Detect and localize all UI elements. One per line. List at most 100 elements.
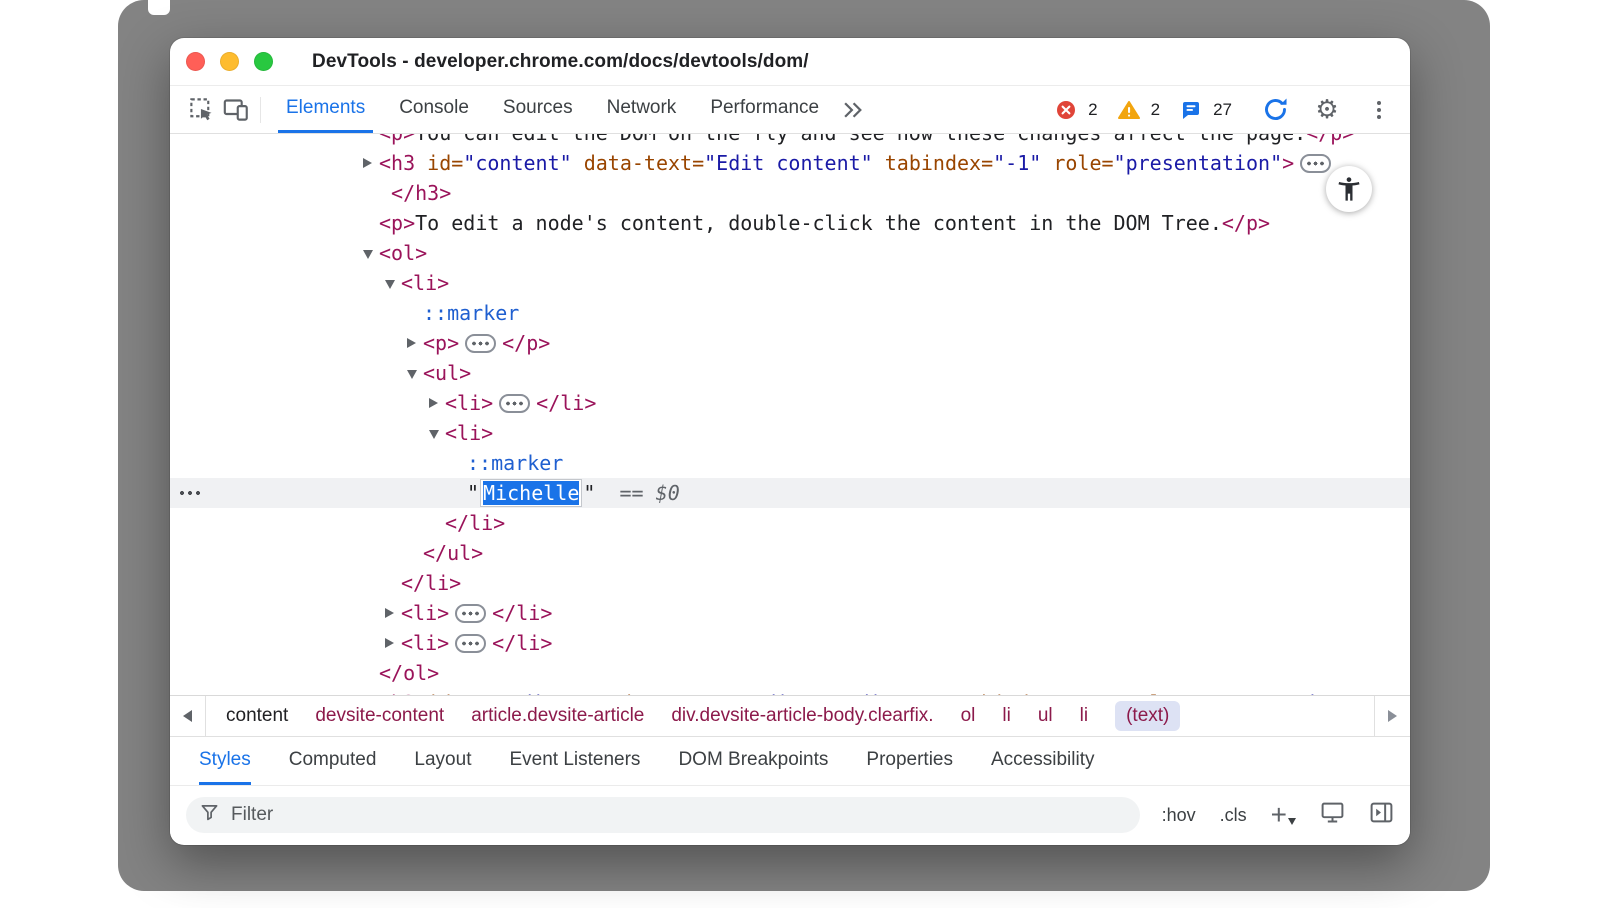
tab-network[interactable]: Network [599,86,685,133]
breadcrumb-item[interactable]: ul [1038,705,1053,727]
kebab-menu-icon[interactable] [1362,93,1396,127]
code-val: "Edit content" [704,151,873,175]
dom-tree-row[interactable]: <ol> [170,238,1410,268]
tab-sources[interactable]: Sources [495,86,581,133]
issues-icon[interactable] [1174,93,1208,127]
twisty-down-icon[interactable] [429,428,445,439]
dom-tree-row[interactable]: <li> [170,268,1410,298]
breadcrumb-item[interactable]: devsite-content [315,705,444,727]
close-window-button[interactable] [186,52,205,71]
expand-ellipsis-button[interactable] [499,394,530,413]
twisty-down-icon[interactable] [385,278,401,289]
twisty-down-icon[interactable] [407,368,423,379]
new-style-rule-button[interactable]: + [1271,804,1296,826]
dom-tree-row[interactable]: <p></p> [170,328,1410,358]
code-dollar: $0 [656,481,680,505]
code-tag: <h3 [379,691,415,695]
row-menu-dots-icon[interactable] [179,490,202,496]
twisty-right-icon[interactable] [363,158,379,168]
dom-tree-row[interactable]: </ul> [170,538,1410,568]
panel-tab-properties[interactable]: Properties [866,737,953,785]
expand-ellipsis-button[interactable] [455,634,486,653]
breadcrumb-item[interactable]: div.devsite-article-body.clearfix. [671,705,933,727]
sidebar-toggle-icon[interactable] [1369,801,1394,829]
dom-tree-row[interactable]: <ul> [170,358,1410,388]
toggle-element-state-button[interactable]: :hov [1162,805,1196,826]
sync-icon[interactable] [1258,93,1292,127]
panel-tab-styles[interactable]: Styles [199,737,251,785]
code-punct [595,481,619,505]
filter-field[interactable] [186,797,1140,833]
inline-edit-box[interactable]: Michelle [480,479,582,507]
dom-tree-row[interactable]: <p>You can edit the DOM on the fly and s… [170,134,1410,148]
dom-tree-row[interactable]: <h3 id="attributes" data-text="Edit attr… [170,688,1410,695]
dom-tree-row[interactable]: ::marker [170,298,1410,328]
code-tag: <h3 [379,151,415,175]
twisty-down-icon[interactable] [363,248,379,259]
error-icon[interactable] [1049,93,1083,127]
breadcrumb-item[interactable]: ol [961,705,976,727]
filter-input[interactable] [229,803,1126,827]
toolbar-divider [260,97,261,123]
panel-tab-layout[interactable]: Layout [414,737,471,785]
dom-tree-row[interactable]: ::marker [170,448,1410,478]
breadcrumb-item[interactable]: li [1080,705,1088,727]
dom-tree-row[interactable]: </li> [170,568,1410,598]
dom-tree-row[interactable]: "Michelle" == $0 [170,478,1410,508]
dom-tree-row[interactable]: <p>To edit a node's content, double-clic… [170,208,1410,238]
code-attr: tabindex= [873,151,993,175]
dom-tree-row[interactable]: <li></li> [170,598,1410,628]
code-tag: <p> [423,331,459,355]
warning-icon[interactable] [1112,93,1146,127]
dom-tree-row[interactable]: <h3 id="content" data-text="Edit content… [170,148,1410,178]
expand-ellipsis-button[interactable] [1300,154,1331,173]
minimize-window-button[interactable] [220,52,239,71]
tab-performance[interactable]: Performance [702,86,827,133]
expand-ellipsis-button[interactable] [455,604,486,623]
dom-tree-row[interactable]: </ol> [170,658,1410,688]
breadcrumb-item[interactable]: (text) [1115,701,1180,731]
element-classes-button[interactable]: .cls [1220,805,1247,826]
tab-console[interactable]: Console [391,86,477,133]
code-tag: </li> [492,631,552,655]
monitor-icon[interactable] [1320,801,1345,829]
breadcrumb-item[interactable]: li [1002,705,1010,727]
more-panels-icon[interactable] [836,93,870,127]
inspect-icon[interactable] [184,93,218,127]
dom-tree-row[interactable]: <li> [170,418,1410,448]
code-tag: </li> [536,391,596,415]
code-pseudo: ::marker [423,301,519,325]
panel-tab-computed[interactable]: Computed [289,737,377,785]
zoom-window-button[interactable] [254,52,273,71]
title-bar: DevTools - developer.chrome.com/docs/dev… [170,38,1410,86]
code-val: "-1" [993,151,1041,175]
chevron-left-icon[interactable] [170,696,206,736]
dom-tree-row[interactable]: <li></li> [170,628,1410,658]
breadcrumb-item[interactable]: article.devsite-article [471,705,644,727]
twisty-right-icon[interactable] [385,638,401,648]
expand-ellipsis-button[interactable] [465,334,496,353]
panel-tab-dom-breakpoints[interactable]: DOM Breakpoints [678,737,828,785]
breadcrumb-item[interactable]: content [226,705,288,727]
dom-tree-row[interactable]: </h3> [170,178,1410,208]
code-tag: > [1354,691,1366,695]
code-tag: </ol> [379,661,439,685]
panel-tab-event-listeners[interactable]: Event Listeners [509,737,640,785]
device-toolbar-icon[interactable] [218,93,252,127]
code-tag: </p> [1306,134,1354,145]
twisty-right-icon[interactable] [429,398,445,408]
code-tag: </p> [1222,211,1270,235]
settings-gear-icon[interactable]: ⚙ [1310,93,1344,127]
styles-filter-bar: :hov .cls + [170,786,1410,844]
toolbar-tabs: Elements Console Sources Network Performance [269,86,836,133]
chevron-right-icon[interactable] [1374,696,1410,736]
panel-tab-accessibility[interactable]: Accessibility [991,737,1094,785]
twisty-right-icon[interactable] [407,338,423,348]
code-val: "presentation" [1114,151,1283,175]
dom-tree-row[interactable]: <li></li> [170,388,1410,418]
accessibility-icon[interactable] [1326,166,1372,212]
tab-elements[interactable]: Elements [278,86,373,133]
twisty-right-icon[interactable] [385,608,401,618]
page-background: DevTools - developer.chrome.com/docs/dev… [0,0,1600,908]
dom-tree-row[interactable]: </li> [170,508,1410,538]
